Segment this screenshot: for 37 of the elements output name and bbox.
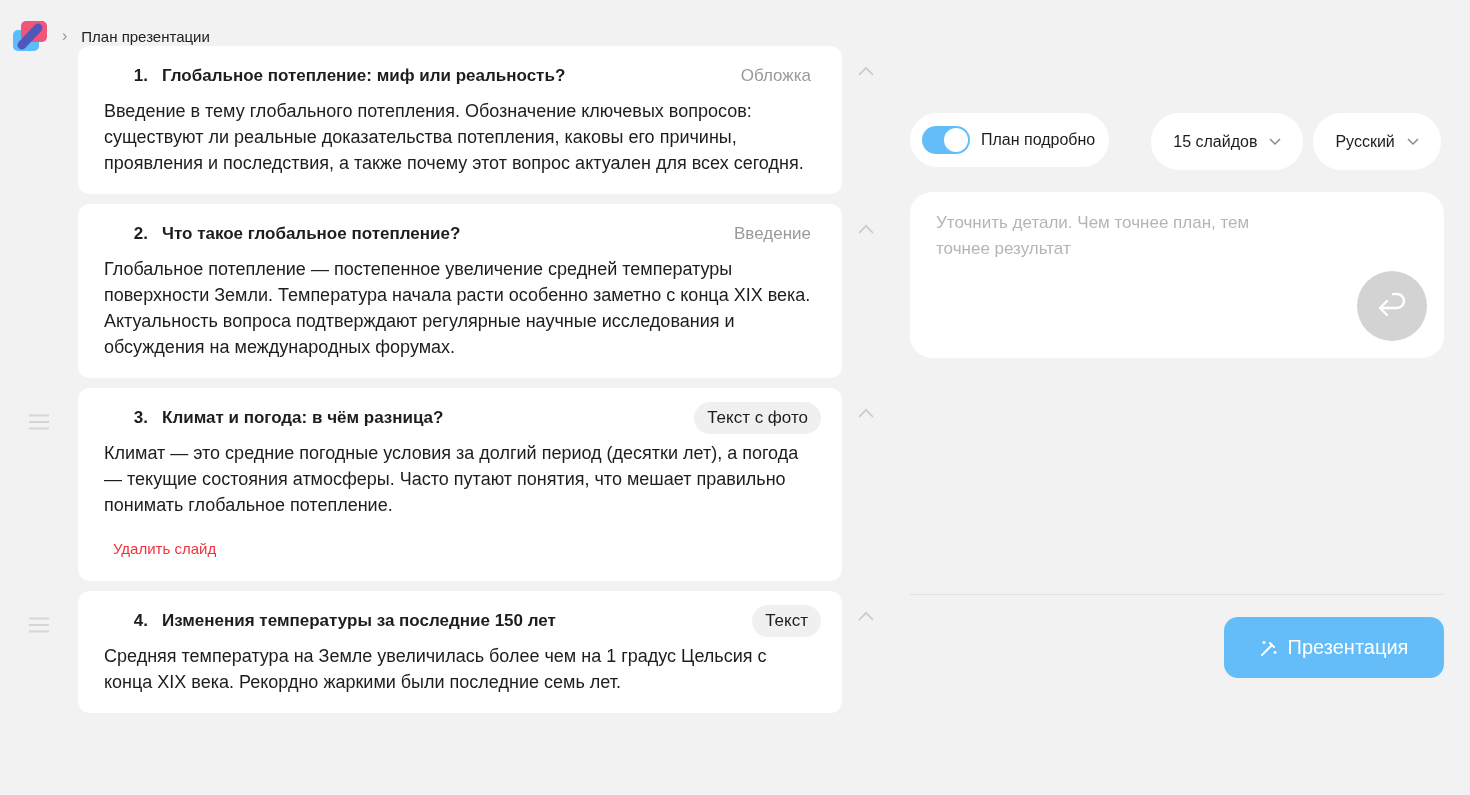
toggle-switch[interactable] bbox=[922, 126, 970, 154]
slide-number: 1. bbox=[132, 66, 148, 86]
slide-count-dropdown[interactable]: 15 слайдов bbox=[1151, 113, 1304, 170]
details-field[interactable]: Уточнить детали. Чем точнее план, тем точнее результат bbox=[910, 192, 1444, 358]
layout-selector[interactable]: Текст с фото bbox=[694, 402, 821, 434]
slide-description: Климат — это средние погодные условия за долгий период (десятки лет), а погода — текущие состояния атмосферы. Часто путают понятия, что мешает правильно понимать глобальное потепление. bbox=[104, 442, 800, 517]
logo-icon[interactable] bbox=[12, 20, 48, 52]
collapse-button[interactable] bbox=[858, 408, 874, 418]
delete-slide-link[interactable]: Удалить слайд bbox=[113, 540, 217, 557]
slide-title: Глобальное потепление: миф или реальность? bbox=[161, 66, 567, 86]
drag-handle-icon[interactable] bbox=[28, 617, 50, 633]
layout-selector[interactable]: Текст bbox=[752, 605, 821, 637]
chevron-up-icon bbox=[858, 408, 874, 418]
slide-title: Что такое глобальное потепление? bbox=[161, 224, 462, 244]
collapse-button[interactable] bbox=[858, 66, 874, 76]
slide-number: 4. bbox=[132, 611, 148, 631]
breadcrumb[interactable]: План презентации bbox=[81, 27, 210, 45]
slide-title: Климат и погода: в чём разница? bbox=[161, 408, 445, 428]
slide-description: Глобальное потепление — постепенное увеличение средней температуры поверхности Земли. Температура начала расти особенно заметно с конца XIX века. Актуальность вопроса подтверждают регулярные научные исследования и обсуждения на международных форумах. bbox=[104, 258, 812, 359]
collapse-button[interactable] bbox=[858, 224, 874, 234]
language-dropdown[interactable]: Русский bbox=[1313, 113, 1441, 170]
magic-wand-icon bbox=[1259, 638, 1278, 657]
chevron-down-icon bbox=[1269, 137, 1282, 146]
chevron-up-icon bbox=[858, 66, 874, 76]
slide-title: Изменения температуры за последние 150 лет bbox=[161, 611, 557, 631]
return-arrow-icon bbox=[1377, 293, 1407, 319]
toggle-label: План подробно bbox=[981, 131, 1096, 149]
slide-number: 2. bbox=[132, 224, 148, 244]
chevron-down-icon bbox=[1406, 137, 1419, 146]
chevron-up-icon bbox=[858, 224, 874, 234]
drag-handle-icon[interactable] bbox=[28, 414, 50, 430]
collapse-button[interactable] bbox=[858, 611, 874, 621]
slide-description: Введение в тему глобального потепления. Обозначение ключевых вопросов: существуют ли реальные доказательства потепления, каковы его причины, проявления и последствия, а также почему этот вопрос актуален для всех сегодня. bbox=[104, 100, 805, 175]
slide-number: 3. bbox=[132, 408, 148, 428]
breadcrumb-separator: › bbox=[62, 27, 68, 45]
slide-description: Средняя температура на Земле увеличилась более чем на 1 градус Цельсия с конца XIX века. Рекордно жаркими были последние семь лет. bbox=[104, 645, 768, 694]
chevron-up-icon bbox=[858, 611, 874, 621]
